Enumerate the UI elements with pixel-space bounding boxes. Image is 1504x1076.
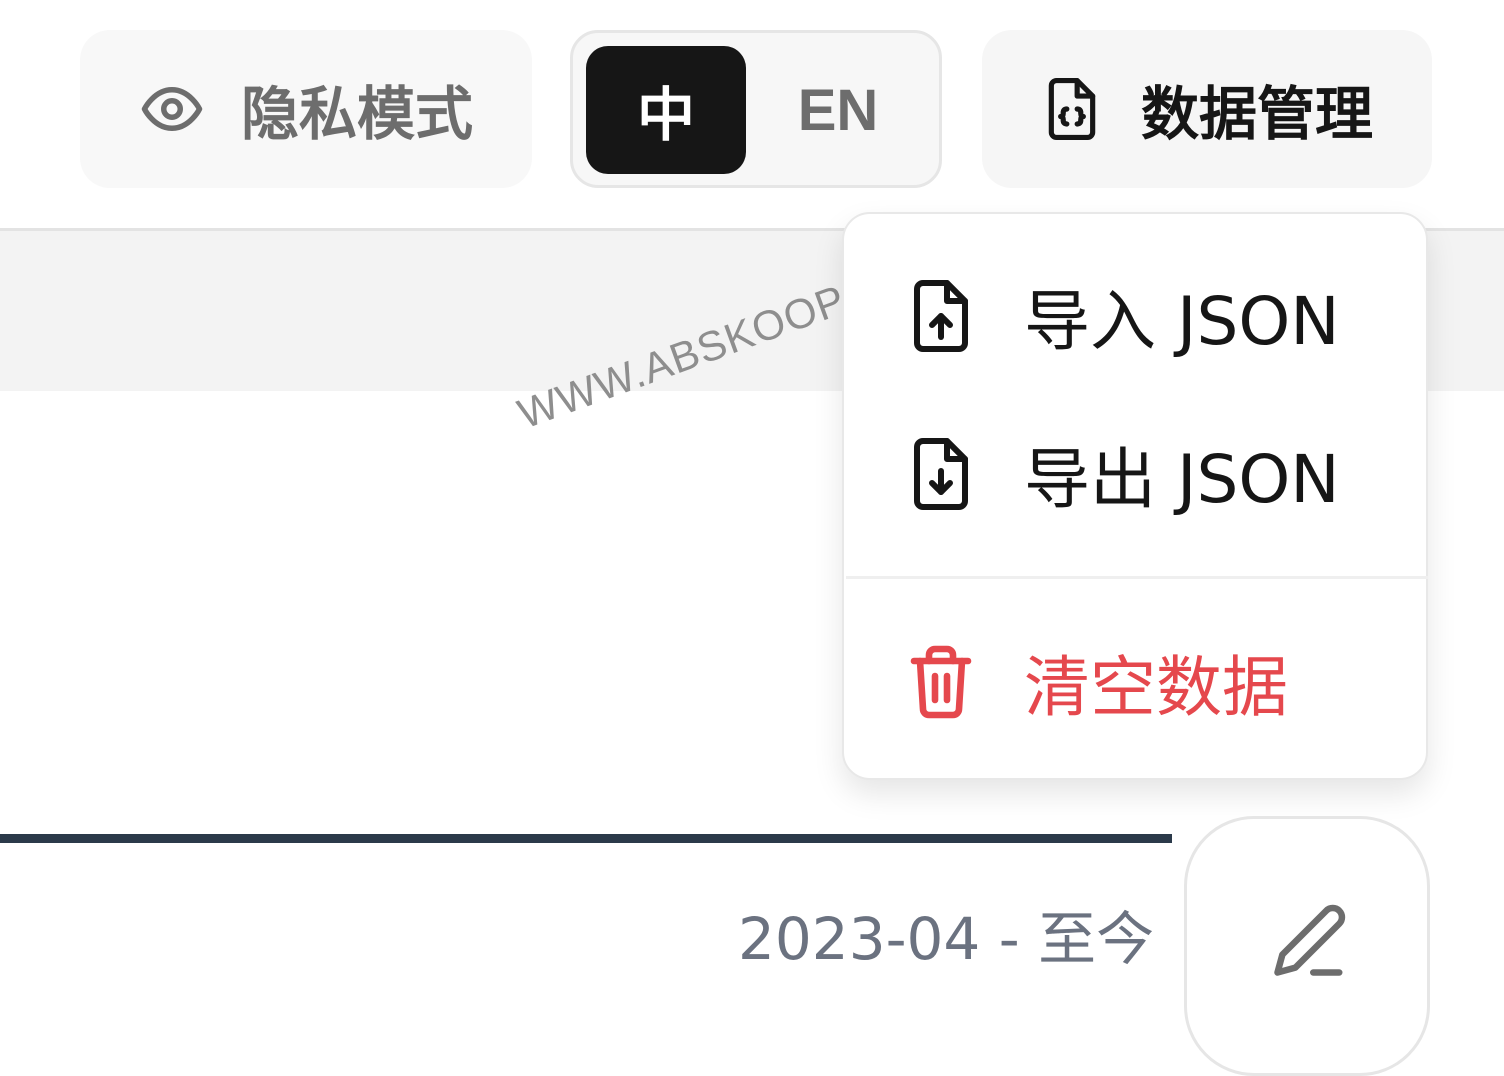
privacy-mode-label: 隐私模式 (240, 80, 473, 148)
trash-icon (910, 645, 972, 719)
language-option-en[interactable]: EN (763, 46, 913, 174)
eye-icon (141, 87, 203, 131)
language-option-zh[interactable]: 中 (586, 46, 746, 174)
menu-item-import-label: 导入 JSON (1024, 283, 1340, 360)
edit-button[interactable] (1184, 816, 1430, 1076)
menu-item-export-label: 导出 JSON (1024, 441, 1340, 518)
data-management-label: 数据管理 (1140, 80, 1373, 148)
pencil-icon (1274, 904, 1346, 976)
menu-item-clear-label: 清空数据 (1024, 649, 1288, 726)
file-upload-icon (914, 280, 968, 352)
language-toggle[interactable]: 中 EN (570, 30, 942, 188)
timeline-bar (0, 834, 1172, 843)
menu-divider (846, 576, 1428, 579)
file-code-icon (1048, 78, 1096, 141)
date-range: 2023-04 - 至今 (738, 905, 1155, 973)
menu-item-import-json[interactable]: 导入 JSON (0, 266, 1340, 366)
file-download-icon (914, 438, 968, 510)
data-management-button[interactable]: 数据管理 (982, 30, 1432, 188)
menu-item-clear-data[interactable]: 清空数据 (0, 632, 1288, 732)
privacy-mode-button[interactable]: 隐私模式 (80, 30, 532, 188)
menu-item-export-json[interactable]: 导出 JSON (0, 424, 1340, 524)
